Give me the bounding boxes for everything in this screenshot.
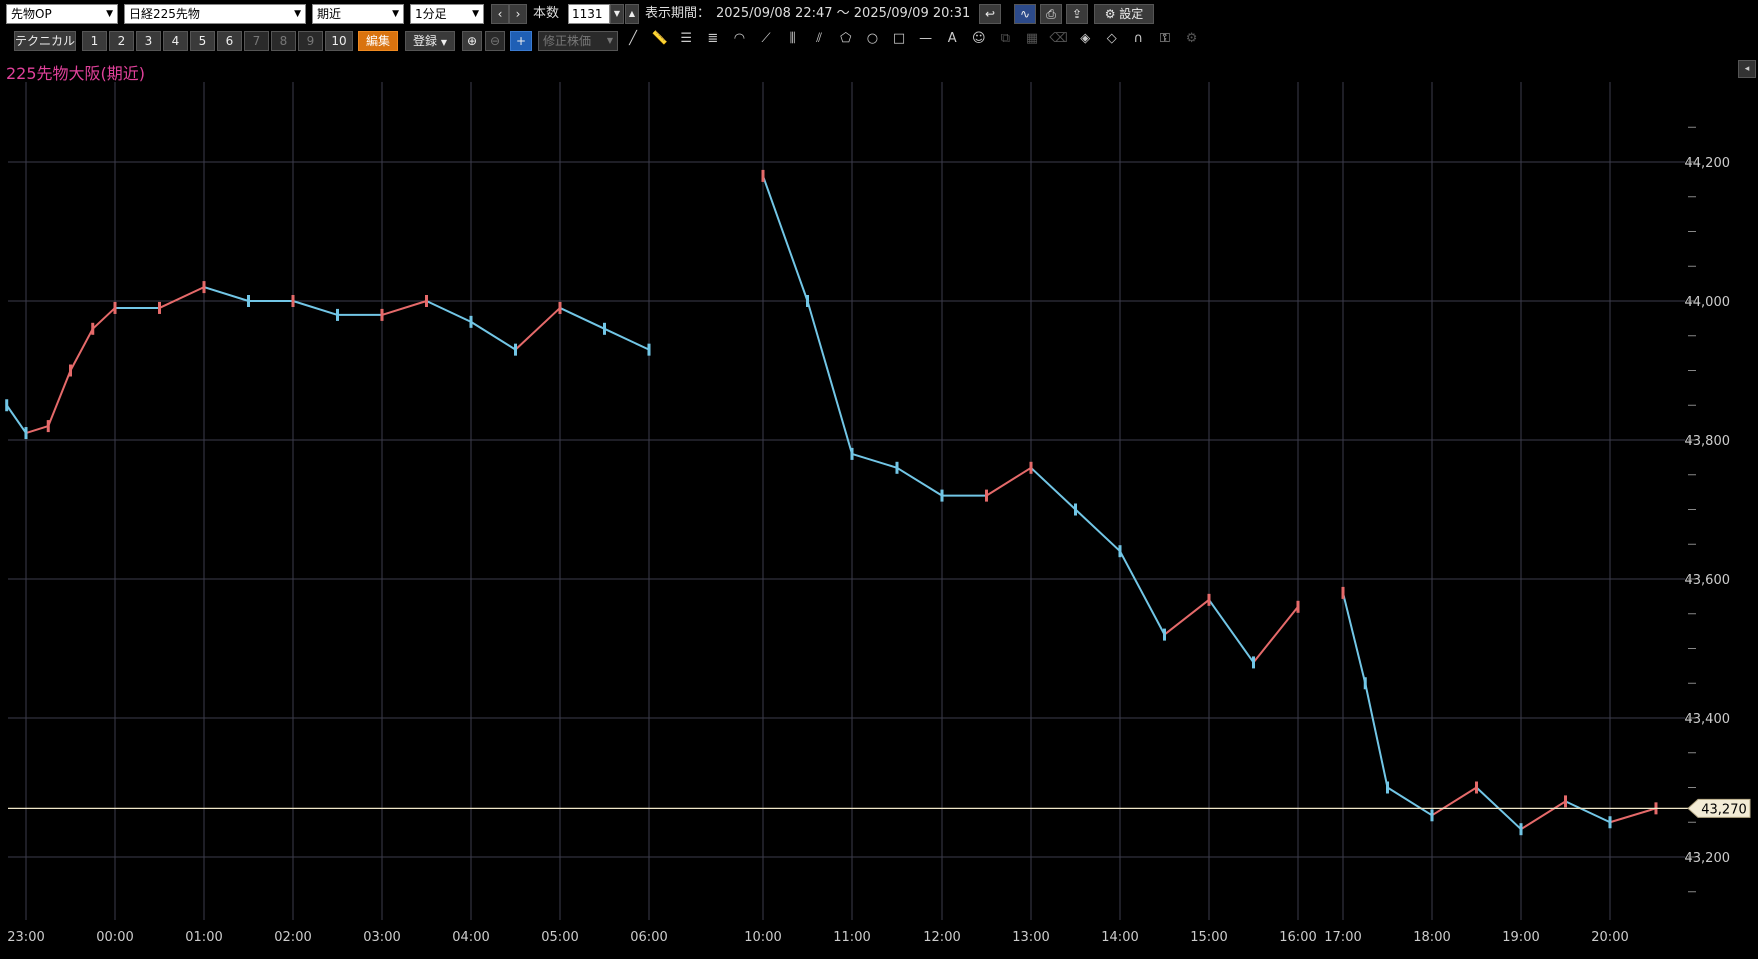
- price-bar: [69, 364, 72, 377]
- price-segment: [1030, 467, 1077, 511]
- price-bar: [24, 427, 28, 440]
- price-segment: [47, 370, 72, 427]
- price-bar: [895, 461, 899, 474]
- price-segment: [514, 307, 561, 351]
- price-bar: [1341, 586, 1345, 599]
- price-bar: [850, 447, 854, 460]
- x-tick-label: 12:00: [923, 930, 960, 945]
- price-bar: [1163, 628, 1166, 641]
- price-bar: [1118, 545, 1122, 558]
- x-tick-label: 14:00: [1101, 930, 1138, 945]
- price-bar: [5, 399, 9, 412]
- price-bar: [113, 301, 117, 314]
- price-segment: [1074, 508, 1121, 552]
- price-bar: [1430, 809, 1434, 822]
- price-bar: [202, 281, 206, 294]
- price-bar: [46, 420, 50, 433]
- price-bar: [1564, 795, 1567, 808]
- price-bar: [1608, 816, 1612, 829]
- price-segment: [762, 175, 809, 302]
- price-bar: [291, 295, 295, 307]
- y-tick-label: 43,800: [1685, 434, 1731, 449]
- price-segment: [203, 286, 249, 302]
- price-bar: [514, 343, 517, 356]
- price-bar: [1475, 781, 1478, 794]
- price-bar: [985, 489, 988, 502]
- x-tick-label: 00:00: [96, 930, 133, 945]
- price-segment: [69, 328, 94, 371]
- y-tick-label: 43,600: [1685, 573, 1731, 588]
- price-bar: [1207, 593, 1211, 606]
- price-segment: [426, 300, 472, 323]
- price-segment: [1520, 800, 1567, 831]
- price-segment: [1252, 606, 1299, 664]
- price-bar: [1074, 503, 1077, 516]
- price-segment: [985, 466, 1032, 497]
- price-bar: [247, 295, 250, 307]
- price-segment: [851, 452, 898, 469]
- price-bar: [425, 295, 428, 307]
- price-bar: [469, 315, 473, 328]
- x-tick-label: 02:00: [274, 930, 311, 945]
- price-segment: [896, 466, 943, 497]
- price-bar: [1296, 600, 1300, 613]
- y-tick-label: 43,200: [1685, 851, 1731, 866]
- x-tick-label: 05:00: [541, 930, 578, 945]
- y-tick-label: 44,200: [1685, 156, 1731, 171]
- price-segment: [292, 300, 338, 316]
- price-segment: [1386, 786, 1433, 817]
- price-bar: [1519, 823, 1523, 836]
- price-segment: [1342, 592, 1367, 684]
- price-bar: [1363, 677, 1367, 690]
- price-segment: [1364, 683, 1389, 788]
- price-bar: [806, 295, 809, 307]
- price-segment: [1163, 599, 1210, 636]
- price-bar: [91, 322, 95, 335]
- x-tick-label: 04:00: [452, 930, 489, 945]
- x-tick-label: 13:00: [1012, 930, 1049, 945]
- x-tick-label: 01:00: [185, 930, 222, 945]
- price-segment: [1208, 599, 1255, 663]
- price-bar: [158, 301, 161, 314]
- y-tick-label: 44,000: [1685, 295, 1731, 310]
- x-tick-label: 03:00: [363, 930, 400, 945]
- x-tick-label: 17:00: [1324, 930, 1361, 945]
- price-bar: [647, 343, 651, 356]
- price-bar: [380, 308, 384, 321]
- price-segment: [1119, 550, 1166, 636]
- x-tick-label: 18:00: [1413, 930, 1450, 945]
- price-segment: [604, 327, 650, 351]
- price-bar: [603, 322, 606, 335]
- price-chart[interactable]: 44,200 44,000 43,800 43,600 43,400 43,200 23:0…: [0, 0, 1758, 959]
- x-tick-label: 20:00: [1591, 930, 1628, 945]
- price-segment: [559, 307, 605, 330]
- price-bar: [761, 169, 765, 182]
- x-tick-label: 06:00: [630, 930, 667, 945]
- price-segment: [470, 321, 517, 351]
- price-bar: [1029, 461, 1033, 474]
- price-segment: [381, 300, 427, 316]
- x-tick-label: 16:00: [1279, 930, 1316, 945]
- price-bar: [336, 308, 339, 321]
- x-tick-label: 10:00: [744, 930, 781, 945]
- last-price-label: 43,270: [1701, 802, 1747, 817]
- price-bar: [940, 489, 944, 502]
- price-segment: [806, 300, 853, 455]
- price-bar: [1386, 781, 1389, 794]
- price-segment: [1565, 800, 1611, 824]
- price-segment: [159, 286, 205, 309]
- price-bar: [1252, 656, 1255, 669]
- x-tick-label: 23:00: [7, 930, 44, 945]
- x-tick-label: 19:00: [1502, 930, 1539, 945]
- price-segment: [5, 404, 27, 434]
- x-tick-label: 15:00: [1190, 930, 1227, 945]
- price-segment: [1609, 807, 1657, 824]
- price-segment: [1431, 786, 1478, 817]
- price-segment: [25, 425, 49, 435]
- x-tick-label: 11:00: [833, 930, 870, 945]
- price-segment: [92, 307, 116, 330]
- y-tick-label: 43,400: [1685, 712, 1731, 727]
- price-bar: [558, 301, 562, 314]
